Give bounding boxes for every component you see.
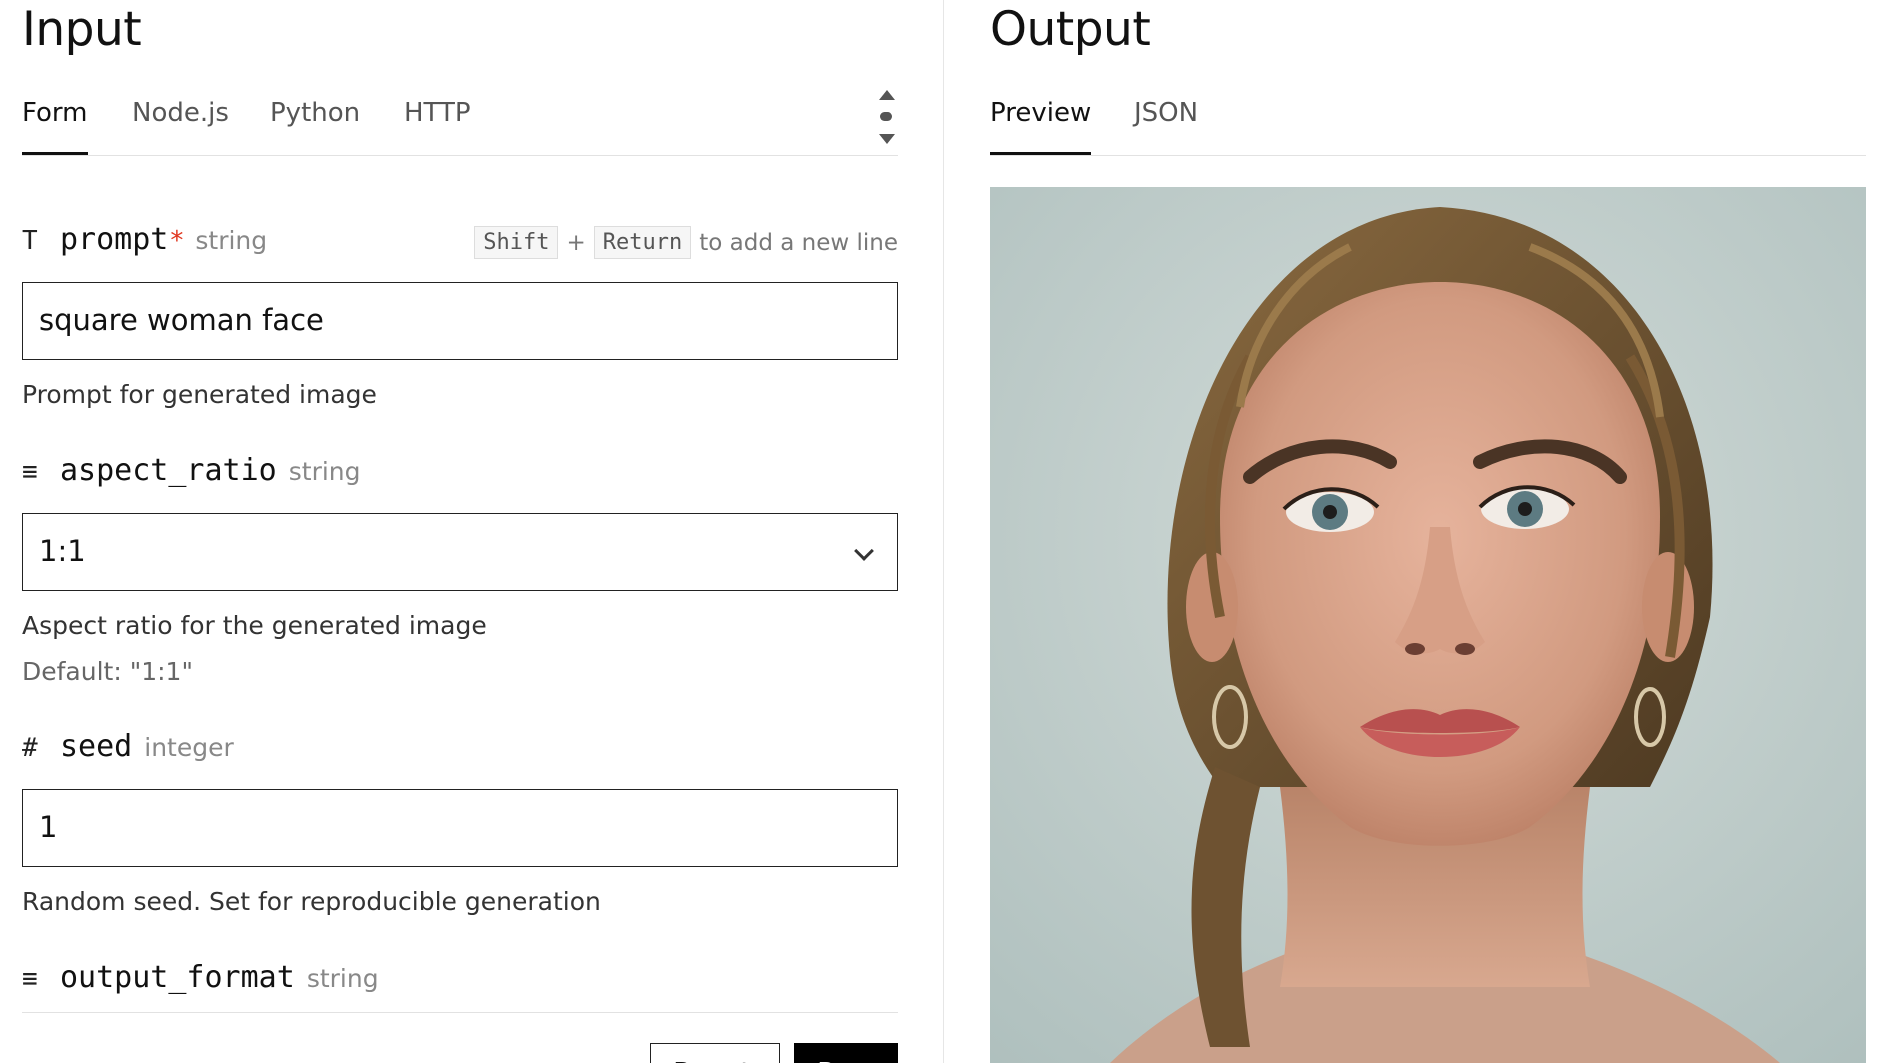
scroll-down-icon[interactable]: [879, 134, 895, 144]
output-format-field-name: output_format: [60, 960, 295, 995]
prompt-input[interactable]: square woman face: [22, 282, 898, 360]
output-tabs: Preview JSON: [990, 92, 1866, 156]
select-type-icon: ≡: [22, 964, 38, 994]
aspect-ratio-description: Aspect ratio for the generated image: [22, 611, 487, 640]
prompt-input-value[interactable]: square woman face: [39, 303, 324, 337]
aspect-ratio-default: Default: "1:1": [22, 657, 193, 686]
scroll-thumb[interactable]: [880, 112, 892, 121]
input-tabs: Form Node.js Python HTTP: [22, 92, 898, 156]
tab-json[interactable]: JSON: [1134, 98, 1198, 152]
output-panel-title: Output: [990, 2, 1151, 57]
seed-field-name: seed: [60, 729, 133, 764]
number-type-icon: #: [22, 733, 38, 763]
prompt-field-name: prompt: [60, 222, 169, 257]
tab-form[interactable]: Form: [22, 98, 88, 155]
seed-input-value[interactable]: 1: [39, 810, 57, 844]
newline-hint: Shift + Return to add a new line: [474, 226, 898, 259]
aspect-ratio-field-name: aspect_ratio: [60, 453, 277, 488]
hint-text: to add a new line: [699, 229, 898, 256]
tab-scroller[interactable]: [874, 88, 898, 148]
tab-nodejs[interactable]: Node.js: [132, 98, 229, 152]
input-panel: Input Form Node.js Python HTTP T prompt …: [0, 0, 944, 1063]
scroll-up-icon[interactable]: [879, 90, 895, 100]
input-panel-title: Input: [22, 2, 142, 57]
output-preview-image[interactable]: [990, 187, 1866, 1063]
required-marker: *: [170, 226, 184, 256]
aspect-ratio-selected-value[interactable]: 1:1: [39, 534, 86, 568]
select-type-icon: ≡: [22, 457, 38, 487]
tab-python[interactable]: Python: [270, 98, 360, 152]
aspect-ratio-field-header: ≡ aspect_ratio string: [22, 453, 361, 493]
seed-description: Random seed. Set for reproducible genera…: [22, 887, 601, 916]
output-format-field-type: string: [306, 964, 379, 993]
reset-button[interactable]: Reset: [650, 1043, 780, 1063]
prompt-description: Prompt for generated image: [22, 380, 377, 409]
hint-plus: +: [566, 229, 586, 256]
output-panel: Output Preview JSON: [944, 0, 1886, 1063]
form-footer-divider: [22, 1012, 898, 1013]
prompt-field-type: string: [195, 226, 268, 255]
text-type-icon: T: [22, 226, 38, 256]
tab-preview[interactable]: Preview: [990, 98, 1092, 155]
tab-http[interactable]: HTTP: [404, 98, 471, 152]
shift-key: Shift: [474, 226, 559, 259]
aspect-ratio-select[interactable]: 1:1: [22, 513, 898, 591]
return-key: Return: [593, 226, 692, 259]
aspect-ratio-field-type: string: [288, 457, 361, 486]
run-button[interactable]: Run: [794, 1043, 898, 1063]
portrait-image: [990, 187, 1866, 1063]
prompt-field-header: T prompt * string: [22, 222, 267, 262]
seed-input[interactable]: 1: [22, 789, 898, 867]
chevron-down-icon[interactable]: [854, 541, 874, 561]
output-format-field-header: ≡ output_format string: [22, 960, 379, 1000]
seed-field-header: # seed integer: [22, 729, 234, 769]
seed-field-type: integer: [144, 733, 234, 762]
